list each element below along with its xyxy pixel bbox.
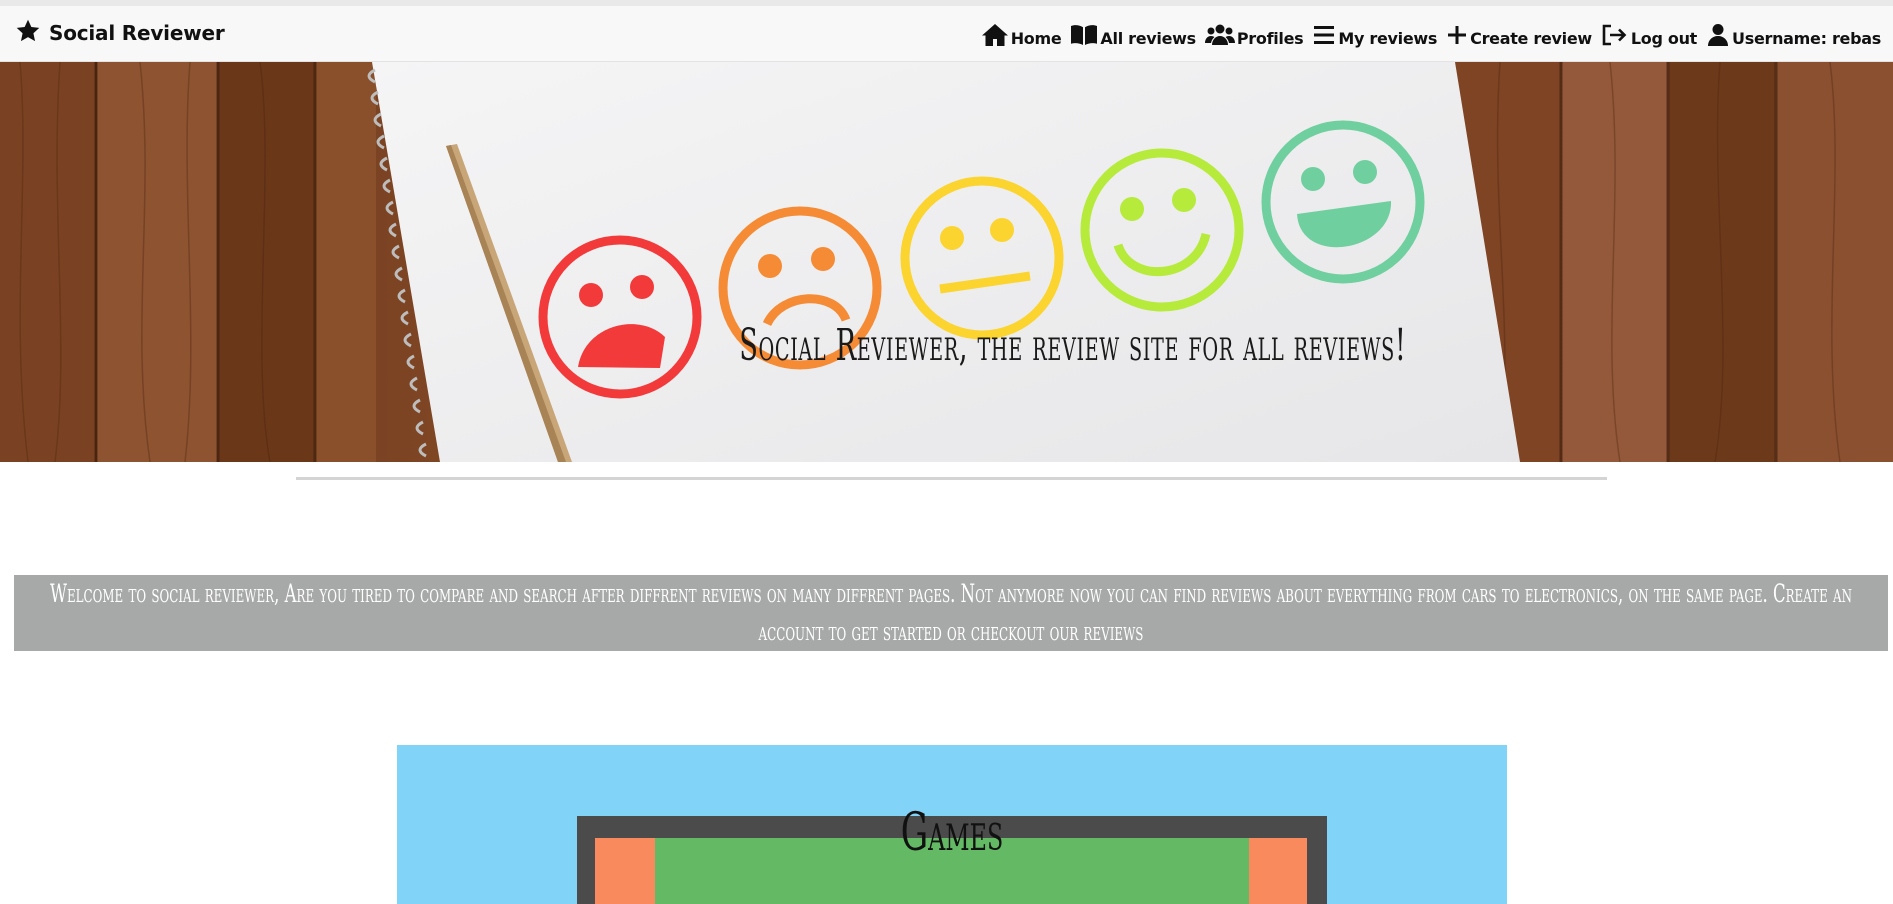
category-card-games[interactable]: Games xyxy=(397,745,1507,904)
main-nav: Home All reviews Profiles My reviews Cre… xyxy=(972,19,1881,51)
nav-all-reviews-label: All reviews xyxy=(1100,29,1196,48)
brand-name: Social Reviewer xyxy=(49,21,225,45)
nav-profiles-label: Profiles xyxy=(1236,29,1304,48)
nav-username[interactable]: Username: rebas xyxy=(1706,23,1881,47)
user-icon xyxy=(1706,23,1730,47)
nav-home-label: Home xyxy=(1010,29,1062,48)
nav-my-reviews-label: My reviews xyxy=(1338,29,1438,48)
plus-icon xyxy=(1446,23,1468,47)
users-icon xyxy=(1204,23,1235,47)
navbar: Social Reviewer Home All reviews Profile… xyxy=(0,6,1893,62)
nav-profiles[interactable]: Profiles xyxy=(1204,23,1304,48)
nav-username-label: Username: rebas xyxy=(1732,29,1881,48)
nav-my-reviews[interactable]: My reviews xyxy=(1312,23,1437,47)
welcome-text: Welcome to social reviewer, Are you tire… xyxy=(50,579,1852,646)
hero-title: Social Reviewer, the review site for all… xyxy=(739,320,1407,371)
brand-link[interactable]: Social Reviewer xyxy=(15,18,225,48)
section-divider xyxy=(296,477,1607,480)
sign-out-icon xyxy=(1601,23,1629,47)
book-open-icon xyxy=(1070,23,1098,47)
nav-create-review-label: Create review xyxy=(1470,29,1592,48)
nav-all-reviews[interactable]: All reviews xyxy=(1070,23,1196,48)
welcome-banner: Welcome to social reviewer, Are you tire… xyxy=(14,575,1888,651)
nav-create-review[interactable]: Create review xyxy=(1446,23,1592,47)
hero-banner: Social Reviewer, the review site for all… xyxy=(0,62,1893,462)
nav-home[interactable]: Home xyxy=(981,23,1062,47)
star-icon xyxy=(15,18,41,49)
category-title: Games xyxy=(900,803,1004,863)
nav-log-out-label: Log out xyxy=(1630,29,1698,48)
list-icon xyxy=(1312,23,1336,47)
nav-log-out[interactable]: Log out xyxy=(1601,23,1697,47)
home-icon xyxy=(981,23,1009,47)
hero-background-image xyxy=(0,62,1893,462)
